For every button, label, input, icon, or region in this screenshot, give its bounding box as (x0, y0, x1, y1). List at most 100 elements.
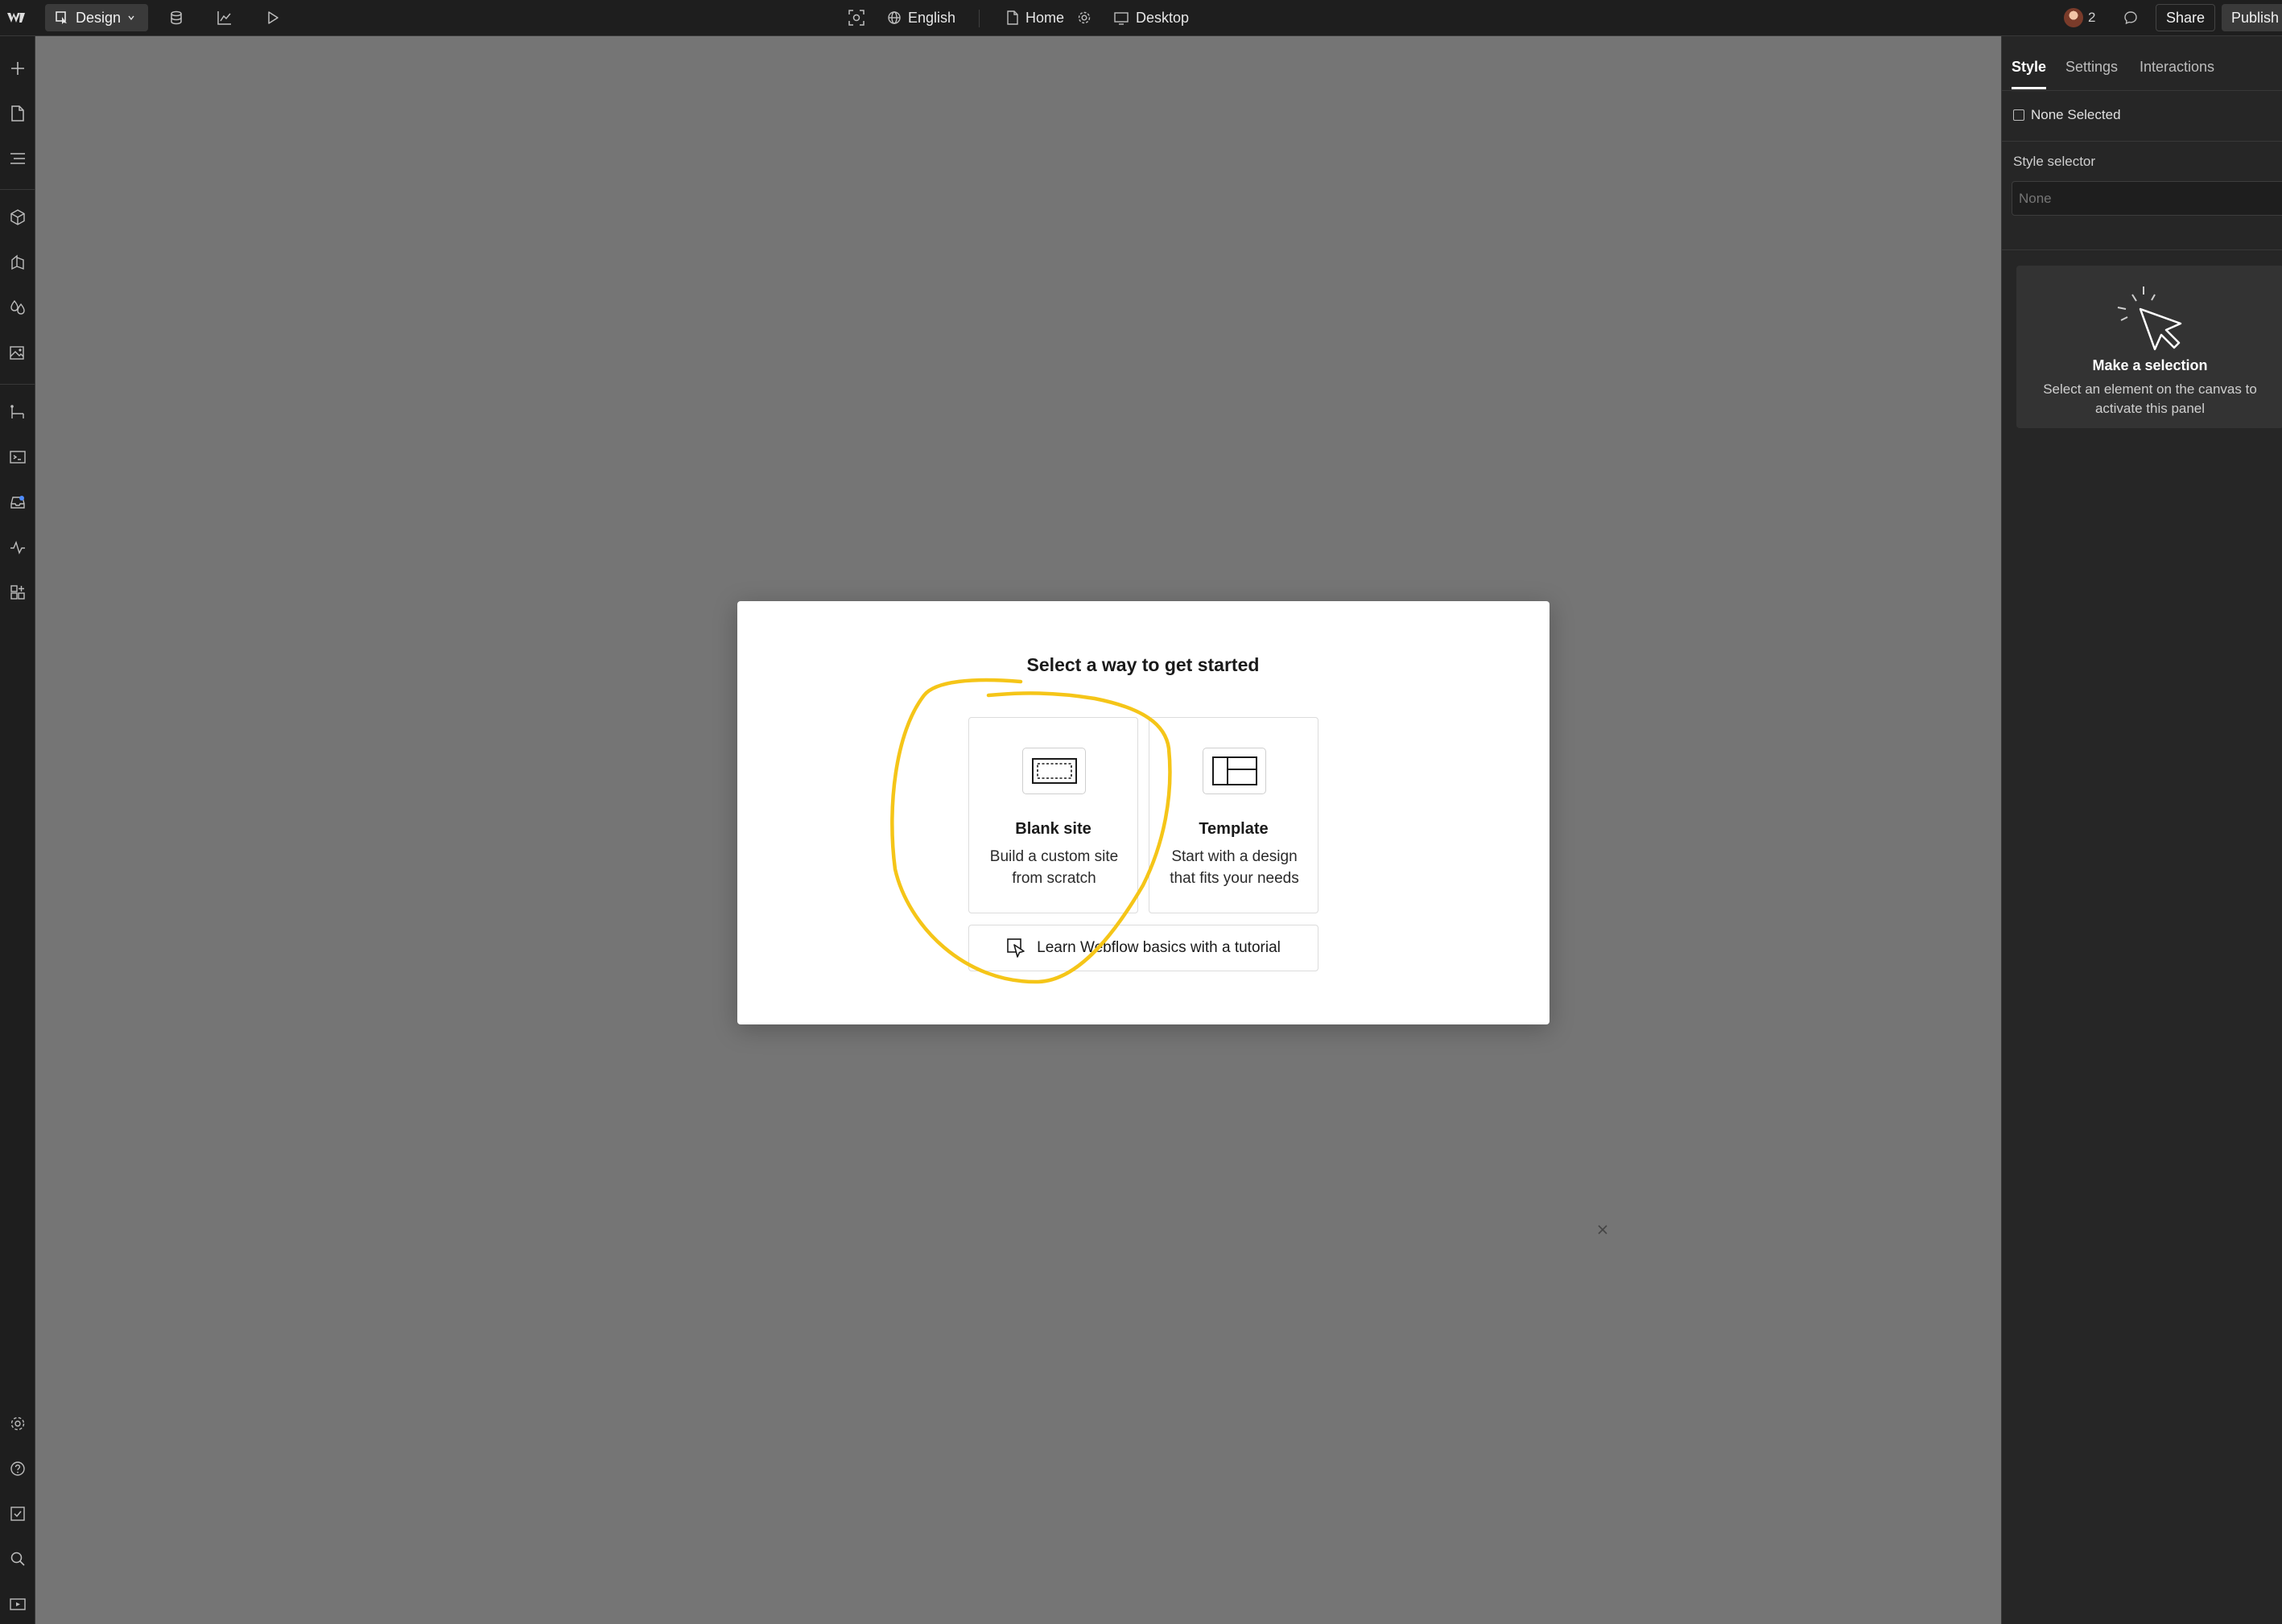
selection-status-label: None Selected (2031, 107, 2121, 122)
gear-icon (10, 1416, 25, 1431)
globe-icon (888, 11, 901, 24)
layers-icon (10, 153, 25, 164)
template-layout-icon (1211, 756, 1257, 785)
assets-button[interactable] (6, 341, 29, 364)
checklist-button[interactable] (6, 1502, 29, 1525)
image-icon (10, 346, 24, 360)
navigator-button[interactable] (6, 147, 29, 170)
webflow-logo[interactable] (0, 0, 32, 35)
template-description: Start with a design that fits your needs (1170, 848, 1299, 887)
tab-settings[interactable]: Settings (2065, 59, 2118, 76)
template-option[interactable]: Template Start with a design that fits y… (1149, 717, 1318, 913)
comments-button[interactable] (2117, 0, 2144, 35)
add-elements-button[interactable] (6, 57, 29, 80)
audit-button[interactable] (6, 536, 29, 559)
preview-button[interactable] (259, 0, 287, 35)
page-selector[interactable]: Home (1006, 0, 1064, 35)
cursor-click-icon (2117, 286, 2182, 351)
collaborator-avatar[interactable] (2064, 8, 2083, 27)
components-button[interactable] (6, 206, 29, 229)
separator (979, 10, 980, 27)
checkbox-icon (10, 1507, 25, 1521)
apps-button[interactable] (6, 581, 29, 604)
style-manager-button[interactable] (6, 251, 29, 274)
pages-button[interactable] (6, 102, 29, 125)
top-bar: Design English Home Desktop 2 Share Publ… (0, 0, 2282, 36)
video-tutorials-button[interactable] (6, 1593, 29, 1615)
tutorial-label: Learn Webflow basics with a tutorial (1037, 939, 1281, 956)
breakpoint-label: Desktop (1136, 9, 1190, 26)
help-button[interactable] (6, 1457, 29, 1480)
breakpoint-selector[interactable]: Desktop (1113, 0, 1189, 35)
selection-status: None Selected (2013, 107, 2121, 123)
empty-selection-title: Make a selection (2092, 357, 2208, 373)
drops-icon (10, 299, 25, 315)
desktop-icon (1114, 12, 1129, 25)
publish-button[interactable]: Publish (2222, 4, 2282, 31)
search-button[interactable] (6, 1548, 29, 1570)
analyze-button[interactable] (211, 0, 238, 35)
close-button[interactable] (1591, 1218, 1615, 1242)
style-manager-icon (11, 254, 24, 270)
variables-button[interactable] (6, 296, 29, 319)
database-icon (171, 10, 182, 25)
style-selector-label: Style selector (2013, 154, 2096, 169)
language-selector[interactable]: English (887, 0, 955, 35)
help-icon (10, 1461, 25, 1476)
terminal-icon (10, 451, 26, 464)
style-selector-input[interactable] (2012, 181, 2282, 216)
active-tab-indicator (2012, 87, 2046, 89)
modal-title: Select a way to get started (1026, 654, 1260, 675)
comment-icon (2124, 11, 2137, 25)
design-mode-label: Design (76, 9, 122, 26)
empty-selection-description: Select an element on the canvas to activ… (2043, 381, 2257, 416)
design-mode-dropdown[interactable]: Design (45, 4, 148, 31)
play-icon (268, 11, 279, 24)
selection-checkbox-icon (2013, 109, 2024, 121)
flow-icon (10, 405, 24, 418)
divider (2002, 141, 2282, 142)
page-icon (1007, 10, 1018, 25)
design-mode-icon (56, 11, 67, 24)
empty-selection-card: Make a selection Select an element on th… (2016, 266, 2282, 428)
panel-tabs: Style Settings Interactions (2002, 36, 2282, 91)
chevron-down-icon (128, 15, 134, 21)
cms-button[interactable] (163, 0, 190, 35)
focus-button[interactable] (843, 0, 870, 35)
divider (2002, 249, 2282, 250)
cube-icon (10, 209, 25, 225)
tutorial-button[interactable]: Learn Webflow basics with a tutorial (968, 925, 1318, 971)
settings-button[interactable] (6, 1412, 29, 1435)
inbox-icon (10, 496, 25, 509)
search-icon (10, 1552, 25, 1566)
logic-button[interactable] (6, 401, 29, 423)
focus-icon (848, 10, 865, 26)
template-icon-frame (1203, 748, 1266, 794)
separator (0, 189, 35, 190)
apps-grid-icon (10, 585, 25, 600)
gear-icon (1078, 11, 1091, 24)
forms-button[interactable] (6, 491, 29, 513)
webflow-logo-icon (7, 13, 25, 23)
chart-line-icon (217, 11, 231, 25)
page-settings-button[interactable] (1071, 0, 1098, 35)
right-panel: Style Settings Interactions None Selecte… (2001, 36, 2282, 1624)
plus-icon (11, 62, 24, 75)
blank-site-option[interactable]: Blank site Build a custom site from scra… (968, 717, 1138, 913)
blank-site-description: Build a custom site from scratch (989, 848, 1119, 887)
language-label: English (908, 9, 956, 26)
collaborator-count: 2 (2088, 10, 2096, 25)
tutorial-cursor-icon (1007, 938, 1025, 958)
tab-style[interactable]: Style (2012, 59, 2046, 76)
blank-site-title: Blank site (1015, 820, 1091, 838)
get-started-modal: Select a way to get started Blank site B… (737, 601, 1607, 1234)
page-label: Home (1025, 9, 1065, 26)
apps-code-button[interactable] (6, 446, 29, 468)
page-icon (11, 105, 24, 122)
separator (0, 384, 35, 385)
tab-interactions[interactable]: Interactions (2140, 59, 2214, 76)
share-button[interactable]: Share (2156, 4, 2216, 31)
blank-canvas-icon (1031, 758, 1077, 784)
blank-site-icon-frame (1022, 748, 1086, 794)
video-icon (10, 1598, 26, 1610)
